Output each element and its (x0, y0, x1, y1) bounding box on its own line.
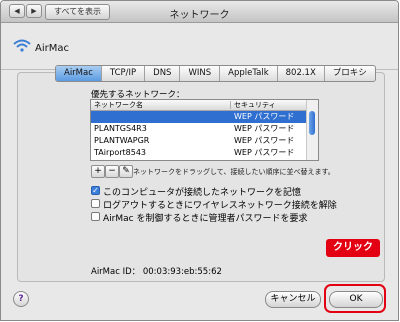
tab-dns[interactable]: DNS (145, 66, 181, 81)
airmac-id-label: AirMac ID： (91, 267, 141, 277)
network-preferences-window: ネットワーク ◀ ▶ すべてを表示 AirMac AirMac TCP/IP D… (0, 0, 399, 321)
back-button[interactable]: ◀ (9, 4, 25, 18)
airmac-wifi-icon (13, 39, 31, 52)
reorder-hint: ネットワークをドラッグして、接続したい順序に並べ替えます。 (133, 168, 335, 176)
tab-appletalk[interactable]: AppleTalk (220, 66, 278, 81)
show-all-button[interactable]: すべてを表示 (45, 4, 110, 20)
tab-8021x[interactable]: 802.1X (278, 66, 325, 81)
disconnect-on-logout-checkbox[interactable] (91, 199, 100, 208)
network-name: TAirport8543 (94, 148, 147, 157)
network-name: PLANTGS4R3 (94, 124, 147, 133)
table-row[interactable]: PLANTGS4R3 WEP パスワード (91, 123, 306, 135)
tab-bar: AirMac TCP/IP DNS WINS AppleTalk 802.1X … (55, 65, 376, 82)
column-security[interactable]: セキュリティ (234, 100, 276, 110)
add-network-button[interactable]: + (91, 165, 105, 178)
table-header: ネットワーク名 セキュリティ (91, 100, 306, 111)
network-security: WEP パスワード (234, 136, 295, 145)
preferred-networks-table[interactable]: ネットワーク名 セキュリティ WEP パスワード PLANTGS4R3 WEP … (90, 99, 319, 161)
table-row[interactable]: TAirport8543 WEP パスワード (91, 147, 306, 159)
table-row[interactable]: WEP パスワード (91, 111, 306, 123)
tab-airmac[interactable]: AirMac (56, 66, 102, 81)
tab-wins[interactable]: WINS (180, 66, 221, 81)
help-button[interactable]: ? (13, 291, 29, 307)
remember-networks-checkbox[interactable]: ✓ (91, 186, 100, 195)
network-security: WEP パスワード (234, 148, 295, 157)
edit-network-button[interactable]: ✎ (119, 165, 133, 178)
require-admin-password-checkbox[interactable] (91, 212, 100, 221)
tab-proxy[interactable]: プロキシ (325, 66, 375, 81)
disconnect-on-logout-label: ログアウトするときにワイヤレスネットワーク接続を解除 (103, 201, 337, 211)
network-security: WEP パスワード (234, 112, 295, 121)
column-network-name[interactable]: ネットワーク名 (94, 100, 143, 110)
table-row[interactable]: PLANTWAPGR WEP パスワード (91, 135, 306, 147)
title-bar: ネットワーク ◀ ▶ すべてを表示 (1, 1, 398, 23)
airmac-id: AirMac ID： 00:03:93:eb:55:62 (91, 265, 222, 277)
airmac-id-value: 00:03:93:eb:55:62 (142, 267, 222, 277)
network-security: WEP パスワード (234, 124, 295, 133)
port-name: AirMac (35, 43, 69, 54)
tab-tcpip[interactable]: TCP/IP (102, 66, 146, 81)
table-scrollbar[interactable] (306, 100, 318, 160)
click-annotation-label: クリック (326, 239, 380, 257)
remove-network-button[interactable]: − (105, 165, 119, 178)
forward-button[interactable]: ▶ (26, 4, 42, 18)
scrollbar-thumb[interactable] (309, 111, 315, 135)
ok-highlight-frame (324, 284, 386, 313)
column-divider (230, 101, 231, 109)
cancel-button[interactable]: キャンセル (265, 291, 321, 308)
network-name: PLANTWAPGR (94, 136, 150, 145)
remember-networks-label: このコンピュータが接続したネットワークを記憶 (103, 188, 302, 198)
require-admin-password-label: AirMac を制御するときに管理者パスワードを要求 (103, 214, 308, 224)
